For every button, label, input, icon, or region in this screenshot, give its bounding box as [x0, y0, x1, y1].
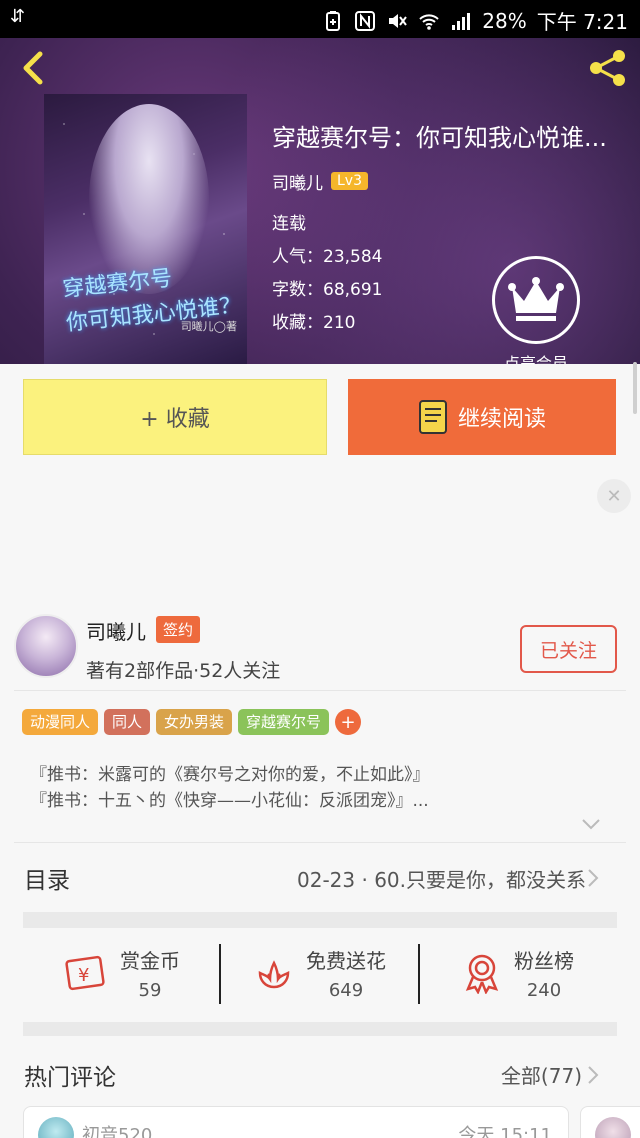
nfc-icon [355, 10, 376, 31]
book-info: 穿越赛尔号：你可知我心悦谁... 司曦儿 Lv3 连载 人气：23,584 字数… [272, 118, 640, 340]
tag-item[interactable]: 同人 [104, 709, 151, 735]
fan-rank-medal-icon [465, 954, 499, 994]
avatar [595, 1117, 631, 1138]
battery-save-icon [326, 10, 341, 31]
stat-name: 免费送花 [306, 949, 386, 973]
status-bar: ⇵ 28% 下午 7:21 [0, 0, 640, 38]
toc-row[interactable]: 目录 02-23 · 60.只要是你，都没关系 [0, 845, 640, 911]
all-comments-link[interactable]: 全部(77) [501, 1060, 582, 1089]
intro-line: 『推书：十五丶的《快穿——小花仙：反派团宠》』... [30, 791, 429, 811]
popularity: 人气：23,584 [272, 247, 383, 267]
stat-count: 240 [526, 980, 562, 1001]
avatar[interactable] [14, 614, 78, 678]
latest-chapter: 02-23 · 60.只要是你，都没关系 [297, 867, 586, 892]
tag-list: 动漫同人 同人 女办男装 穿越赛尔号 + [22, 709, 362, 735]
book-title: 穿越赛尔号：你可知我心悦谁... [272, 124, 607, 152]
stat-name: 赏金币 [120, 949, 180, 973]
stat-count: 649 [328, 980, 364, 1001]
clock: 下午 7:21 [536, 10, 628, 34]
divider [14, 690, 626, 691]
toc-label: 目录 [24, 868, 70, 894]
support-stats: ¥ 赏金币 59 免费送花 649 粉丝榜 240 [23, 930, 617, 1016]
serial-status: 连载 [272, 214, 306, 234]
fan-rank-button[interactable]: 粉丝榜 240 [419, 930, 617, 1016]
stat-name: 粉丝榜 [514, 949, 574, 973]
comment-card[interactable] [580, 1106, 640, 1138]
comment-time: 今天 15:11 [458, 1125, 552, 1138]
mute-icon [389, 13, 408, 28]
author-stats: 著有2部作品·52人关注 [86, 660, 281, 682]
intro-line: 『推书：米露可的《赛尔号之对你的爱，不止如此》』 [30, 765, 430, 785]
book-intro[interactable]: 『推书：米露可的《赛尔号之对你的爱，不止如此》』 『推书：十五丶的《快穿——小花… [30, 762, 620, 814]
expand-chevron-down-icon[interactable] [580, 816, 602, 832]
send-flower-button[interactable]: 免费送花 649 [221, 930, 419, 1016]
hot-comments-label: 热门评论 [24, 1065, 116, 1091]
reward-coin-button[interactable]: ¥ 赏金币 59 [23, 930, 221, 1016]
avatar [38, 1117, 74, 1138]
book-icon [418, 400, 447, 434]
comment-user: 初音520 [82, 1125, 153, 1138]
chevron-right-icon [588, 1066, 599, 1084]
collect-button[interactable]: + 收藏 [23, 379, 327, 455]
add-tag-button[interactable]: + [335, 709, 362, 735]
scrollbar[interactable] [633, 362, 637, 414]
continue-reading-button[interactable]: 继续阅读 [348, 379, 616, 455]
close-icon[interactable]: ✕ [597, 479, 631, 513]
section-separator [23, 912, 617, 928]
wifi-icon [419, 13, 439, 30]
vip-label: 点亮会员 [503, 354, 568, 364]
hot-comments-header[interactable]: 热门评论 全部(77) [0, 1046, 640, 1102]
continue-reading-label: 继续阅读 [457, 407, 546, 432]
back-arrow-icon[interactable] [14, 48, 54, 88]
chevron-right-icon [588, 869, 599, 887]
word-count: 字数：68,691 [272, 280, 383, 300]
cover-author: 司曦儿◯著 [180, 320, 237, 333]
tag-item[interactable]: 动漫同人 [22, 709, 99, 735]
data-transfer-icon: ⇵ [10, 6, 26, 27]
follow-button[interactable]: 已关注 [520, 625, 617, 673]
favorites-count: 收藏：210 [272, 313, 356, 333]
signed-badge: 签约 [156, 616, 201, 643]
share-icon[interactable] [586, 48, 630, 88]
section-separator [23, 1022, 617, 1036]
svg-text:¥: ¥ [78, 965, 89, 986]
comment-card[interactable]: 初音520 今天 15:11 [23, 1106, 569, 1138]
tag-item[interactable]: 穿越赛尔号 [238, 709, 330, 735]
signal-icon [452, 12, 471, 30]
book-hero: 穿越赛尔号 你可知我心悦谁？ 司曦儿◯著 穿越赛尔号：你可知我心悦谁... 司曦… [0, 38, 640, 364]
crown-icon [492, 256, 580, 344]
author-row: 司曦儿 Lv3 [272, 166, 640, 196]
stat-count: 59 [138, 980, 162, 1001]
level-badge: Lv3 [331, 172, 368, 190]
author-name[interactable]: 司曦儿 [86, 616, 146, 645]
book-author[interactable]: 司曦儿 [272, 169, 323, 194]
flower-icon [258, 960, 290, 989]
status-icons: 28% 下午 7:21 [322, 6, 628, 35]
battery-percent: 28% [482, 8, 527, 33]
divider [418, 944, 420, 1004]
vip-button[interactable]: 点亮会员 [490, 256, 582, 364]
divider [14, 842, 626, 843]
tag-item[interactable]: 女办男装 [156, 709, 233, 735]
divider [219, 944, 221, 1004]
book-cover[interactable]: 穿越赛尔号 你可知我心悦谁？ 司曦儿◯著 [44, 94, 247, 364]
reward-coin-icon: ¥ [65, 955, 105, 991]
